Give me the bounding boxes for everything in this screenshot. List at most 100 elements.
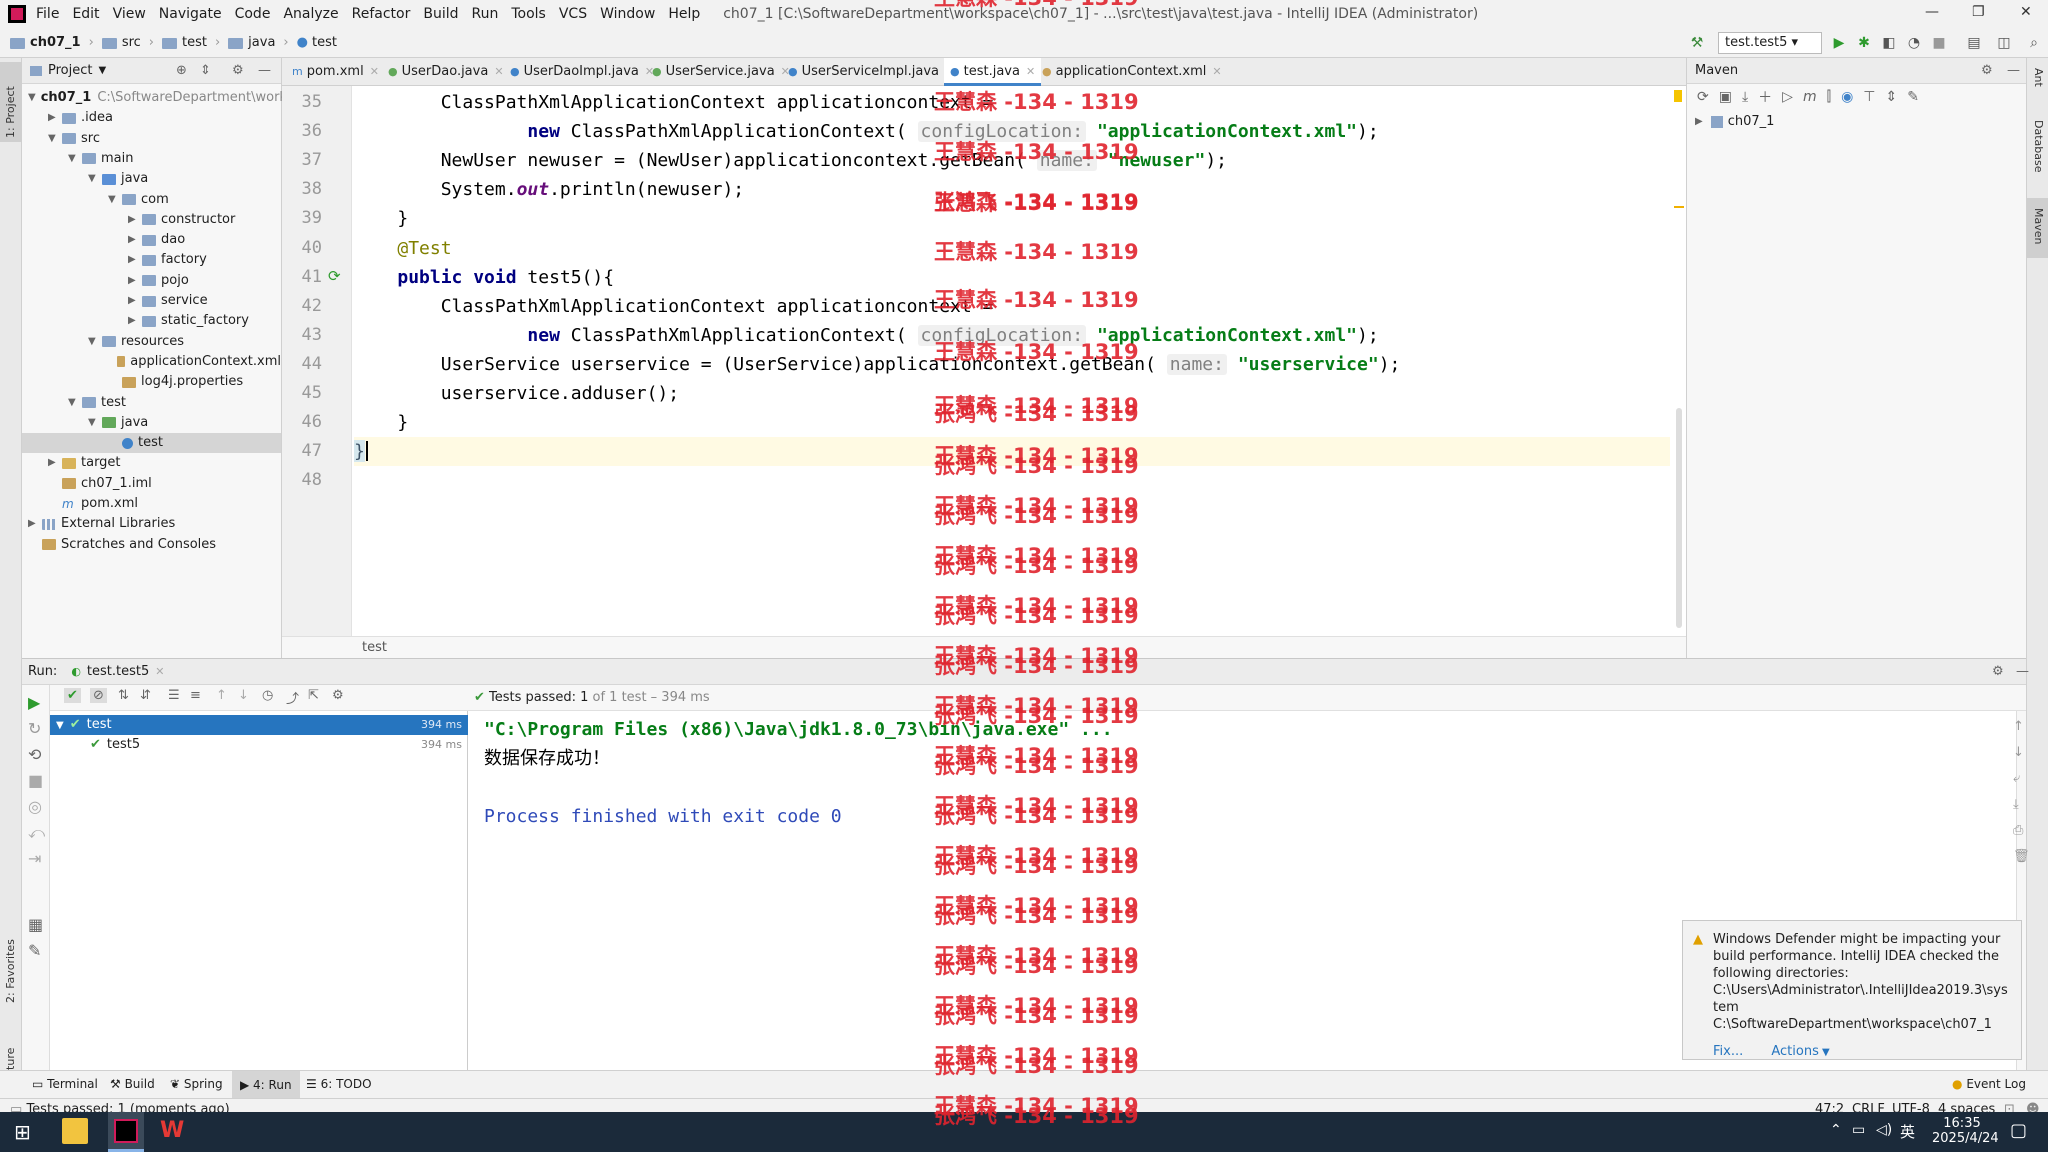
menu-vcs[interactable]: VCS bbox=[559, 6, 587, 22]
breadcrumb-test[interactable]: test bbox=[182, 35, 207, 50]
chevron-right-icon[interactable]: ▶ bbox=[128, 291, 142, 311]
sort-alpha-icon[interactable]: ⇅ bbox=[118, 688, 129, 703]
gear-icon[interactable]: ⚙ bbox=[1981, 63, 1993, 78]
hide-icon[interactable]: — bbox=[258, 63, 271, 78]
breadcrumb-class[interactable]: test bbox=[312, 35, 337, 50]
run-icon[interactable]: ▶ bbox=[1830, 34, 1848, 52]
chevron-right-icon[interactable]: ▶ bbox=[128, 250, 142, 270]
chevron-down-icon[interactable]: ▼ bbox=[68, 149, 82, 169]
tray-chevron-icon[interactable]: ⌃ bbox=[1830, 1122, 1842, 1138]
menu-edit[interactable]: Edit bbox=[72, 6, 99, 22]
tree-item[interactable]: ▶ External Libraries bbox=[22, 514, 281, 534]
chevron-right-icon[interactable]: ▶ bbox=[1695, 116, 1703, 127]
warning-marker[interactable] bbox=[1674, 90, 1682, 102]
menu-help[interactable]: Help bbox=[668, 6, 700, 22]
locate-icon[interactable]: ⊕ bbox=[176, 63, 187, 78]
database-tool-tab[interactable]: Database bbox=[2032, 120, 2045, 173]
layout-icon[interactable]: ◫ bbox=[1995, 34, 2013, 52]
generate-sources-icon[interactable]: ▣ bbox=[1719, 89, 1732, 105]
spring-tool-button[interactable]: ❦ Spring bbox=[170, 1077, 223, 1091]
tree-item[interactable]: ▼ src bbox=[22, 129, 281, 149]
terminal-tool-button[interactable]: ▭ Terminal bbox=[32, 1077, 98, 1091]
chevron-down-icon[interactable]: ▼ bbox=[48, 129, 62, 149]
tree-item[interactable]: ▶ target bbox=[22, 453, 281, 473]
history-icon[interactable]: ◷ bbox=[262, 688, 273, 703]
run-maven-icon[interactable]: ▷ bbox=[1782, 89, 1793, 105]
close-tab-icon[interactable]: ✕ bbox=[370, 65, 379, 78]
hide-icon[interactable]: — bbox=[2007, 63, 2020, 78]
tree-item[interactable]: ▶ dao bbox=[22, 230, 281, 250]
chevron-down-icon[interactable]: ▼ bbox=[88, 332, 102, 352]
todo-tool-button[interactable]: ☰ 6: TODO bbox=[306, 1077, 372, 1091]
fix-link[interactable]: Fix... bbox=[1713, 1044, 1743, 1059]
tree-item[interactable]: ▼ java bbox=[22, 169, 281, 189]
network-icon[interactable]: ▭ bbox=[1852, 1122, 1865, 1138]
pin-icon[interactable]: ✎ bbox=[28, 941, 41, 960]
gear-icon[interactable]: ⚙ bbox=[232, 63, 244, 78]
trash-icon[interactable]: 🗑 bbox=[2013, 849, 2030, 864]
editor-tab[interactable]: ● test.java ✕ bbox=[944, 58, 1042, 86]
up-icon[interactable]: ↑ bbox=[2013, 719, 2024, 734]
tree-item[interactable]: ▶ .idea bbox=[22, 108, 281, 128]
project-structure-icon[interactable]: ▤ bbox=[1965, 34, 1983, 52]
tree-item[interactable]: ▼ java bbox=[22, 413, 281, 433]
reload-icon[interactable]: ⟳ bbox=[1697, 89, 1709, 105]
chevron-down-icon[interactable]: ▼ bbox=[108, 190, 122, 210]
restore-layout-icon[interactable]: ⤺ bbox=[28, 823, 45, 843]
run-test-gutter-icon[interactable]: ⟳ bbox=[328, 267, 341, 285]
settings-wrench-icon[interactable]: ✎ bbox=[1907, 89, 1919, 105]
menu-navigate[interactable]: Navigate bbox=[159, 6, 222, 22]
warning-stripe[interactable] bbox=[1674, 206, 1684, 208]
toggle-autotest-icon[interactable]: ⟲ bbox=[28, 745, 41, 764]
close-tab-icon[interactable]: ✕ bbox=[155, 665, 164, 678]
run-config-select[interactable]: test.test5 ▾ bbox=[1718, 32, 1822, 54]
tree-item[interactable]: m pom.xml bbox=[22, 494, 281, 514]
chevron-down-icon[interactable]: ▼ bbox=[98, 65, 106, 76]
toggle-offline-icon[interactable]: ⫿ bbox=[1827, 89, 1831, 105]
test-tree-item[interactable]: ▼ ✔ test 394 ms bbox=[50, 715, 468, 735]
tree-item[interactable]: ch07_1.iml bbox=[22, 474, 281, 494]
restore-icon[interactable]: ❐ bbox=[1972, 4, 1985, 20]
close-tab-icon[interactable]: ✕ bbox=[1026, 65, 1035, 78]
chevron-right-icon[interactable]: ▶ bbox=[128, 210, 142, 230]
editor-tab[interactable]: ● applicationContext.xml ✕ bbox=[1036, 58, 1228, 86]
stop-icon[interactable]: ■ bbox=[28, 771, 43, 790]
breadcrumb-project[interactable]: ch07_1 bbox=[30, 35, 81, 50]
editor-tab[interactable]: ● UserService.java ✕ bbox=[646, 58, 796, 86]
sort-duration-icon[interactable]: ⇵ bbox=[140, 688, 151, 703]
tree-item[interactable]: applicationContext.xml bbox=[22, 352, 281, 372]
collapse-all-icon[interactable]: ≡ bbox=[190, 688, 201, 703]
menu-tools[interactable]: Tools bbox=[511, 6, 546, 22]
menu-view[interactable]: View bbox=[113, 6, 146, 22]
chevron-down-icon[interactable]: ▼ bbox=[88, 169, 102, 189]
add-icon[interactable]: ＋ bbox=[1758, 87, 1772, 107]
tree-item[interactable]: ▼ test bbox=[22, 393, 281, 413]
chevron-down-icon[interactable]: ▼ bbox=[1819, 1047, 1830, 1058]
ant-tool-tab[interactable]: Ant bbox=[2032, 68, 2045, 87]
collapse-all-icon[interactable]: ⇕ bbox=[200, 63, 211, 78]
tree-item[interactable]: ▶ constructor bbox=[22, 210, 281, 230]
show-deps-icon[interactable]: ⊤ bbox=[1863, 89, 1875, 105]
close-icon[interactable]: ✕ bbox=[2020, 4, 2032, 20]
file-explorer-icon[interactable] bbox=[62, 1118, 88, 1144]
tree-item[interactable]: ▼ com bbox=[22, 190, 281, 210]
chevron-down-icon[interactable]: ▼ bbox=[68, 393, 82, 413]
import-tests-icon[interactable]: ⤴ bbox=[286, 688, 299, 707]
close-tab-icon[interactable]: ✕ bbox=[1212, 65, 1221, 78]
maven-project-item[interactable]: ▶ ch07_1 bbox=[1687, 110, 2026, 133]
debug-icon[interactable]: ✱ bbox=[1855, 34, 1873, 52]
menu-build[interactable]: Build bbox=[423, 6, 458, 22]
export-icon[interactable]: ⇱ bbox=[308, 688, 319, 703]
layout-icon[interactable]: ▦ bbox=[28, 915, 43, 934]
editor-tab[interactable]: m pom.xml ✕ bbox=[286, 58, 385, 86]
chevron-right-icon[interactable]: ▶ bbox=[48, 453, 62, 473]
gear-icon[interactable]: ⚙ bbox=[1992, 664, 2004, 679]
build-tool-button[interactable]: ⚒ Build bbox=[110, 1077, 155, 1091]
execute-goal-icon[interactable]: m bbox=[1803, 89, 1817, 105]
collapse-icon[interactable]: ⇕ bbox=[1886, 89, 1898, 105]
chevron-right-icon[interactable]: ▶ bbox=[128, 311, 142, 331]
tree-item[interactable]: ▼ ch07_1 C:\SoftwareDepartment\work bbox=[22, 88, 287, 108]
editor-tab[interactable]: ● UserDaoImpl.java ✕ bbox=[504, 58, 660, 86]
project-tool-tab[interactable]: 1: Project bbox=[4, 86, 17, 138]
editor-tab[interactable]: ●UserServiceImpl.java✕ bbox=[782, 58, 960, 86]
